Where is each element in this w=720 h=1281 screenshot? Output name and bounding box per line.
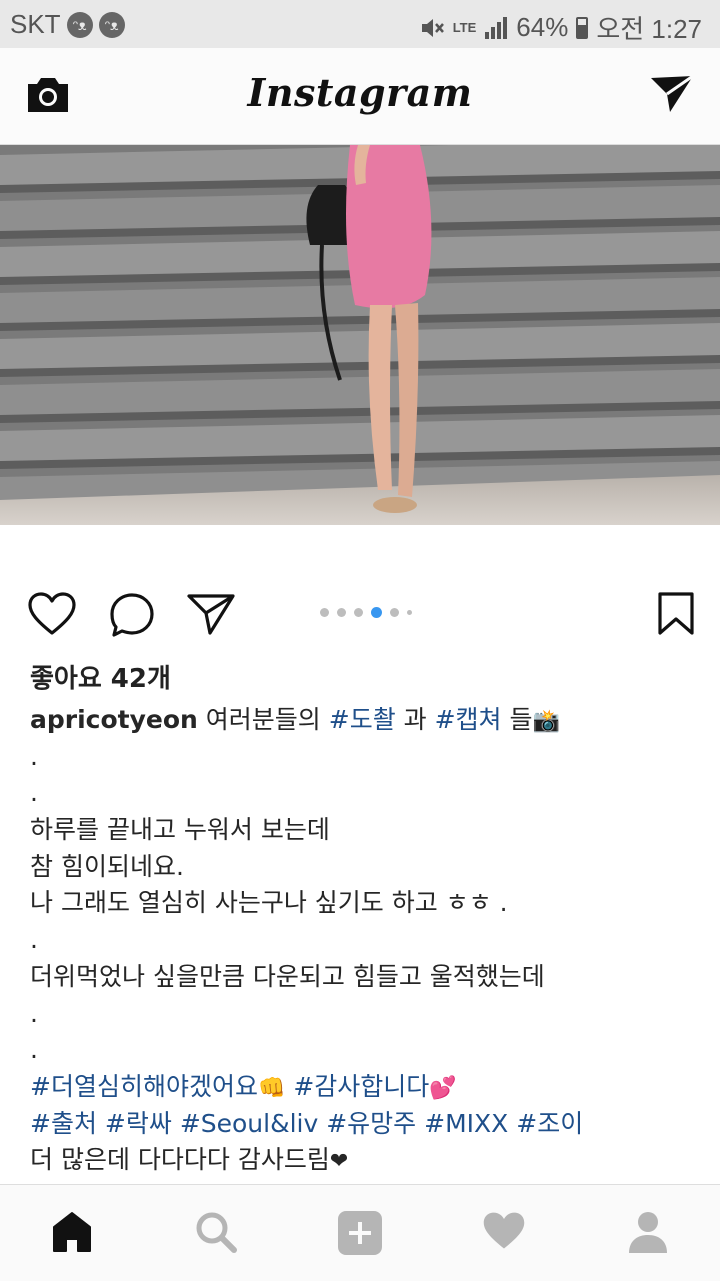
emoji: 💕 (429, 1075, 457, 1101)
caption-text (172, 1109, 180, 1138)
caption-line: . (30, 739, 700, 776)
emoji: 📸 (532, 709, 560, 734)
carousel-dot (407, 610, 412, 615)
post-photo[interactable] (0, 145, 720, 525)
clock: 오전 1:27 (596, 14, 702, 44)
network-type: LTE (452, 20, 477, 35)
profile-icon[interactable] (626, 1209, 670, 1255)
carousel-dot-active (371, 607, 382, 618)
direct-message-icon[interactable] (648, 70, 696, 118)
caption-username[interactable]: apricotyeon (30, 705, 198, 734)
notification-emoji-icon: ᵔᴥ (98, 11, 125, 38)
caption-text: 들 (501, 705, 533, 734)
caption-line: . (30, 996, 700, 1033)
home-icon[interactable] (50, 1209, 94, 1255)
caption-line: 더 많은데 다다다다 감사드림❤ (30, 1142, 700, 1179)
caption-text: 하루를 끝내고 누워서 보는데 (30, 815, 330, 845)
hashtag-link[interactable]: #캡쳐 (435, 705, 502, 734)
caption-text: . (30, 998, 38, 1028)
signal-icon (485, 16, 508, 39)
battery-percent: 64% (516, 12, 569, 42)
status-bar: SKT ᵔᴥ ᵔᴥ LTE 64% 오전 1:27 (0, 0, 720, 48)
caption-line: 하루를 끝내고 누워서 보는데 (30, 812, 700, 849)
bookmark-icon[interactable] (656, 591, 696, 637)
hashtag-link[interactable]: #감사합니다 (293, 1072, 429, 1101)
carousel-dot (354, 608, 363, 617)
instagram-logo: Instagram (247, 70, 473, 115)
caption-text: 나 그래도 열심히 사는구나 싶기도 하고 ㅎㅎ . (30, 888, 508, 918)
caption-text (416, 1109, 424, 1138)
notification-emoji-icon: ᵔᴥ (66, 11, 93, 38)
caption-text: . (30, 925, 38, 955)
likes-count[interactable]: 좋아요 42개 (30, 658, 171, 695)
caption-line: apricotyeon 여러분들의 #도촬 과 #캡쳐 들📸 (30, 702, 700, 739)
like-heart-icon[interactable] (27, 591, 77, 637)
caption-line: . (30, 922, 700, 959)
post-actions (0, 585, 720, 645)
app-header: Instagram (0, 48, 720, 145)
carousel-indicator (320, 607, 412, 618)
mute-icon (421, 18, 444, 37)
hashtag-link[interactable]: #더열심히해야겠어요 (30, 1072, 258, 1101)
caption-text (97, 1109, 105, 1138)
emoji: 👊 (257, 1075, 286, 1101)
activity-heart-icon[interactable] (481, 1209, 527, 1253)
search-icon[interactable] (193, 1209, 239, 1255)
caption-text: . (30, 1035, 38, 1065)
caption-line: 참 힘이되네요. (30, 849, 700, 886)
photo-stairs-image (0, 145, 720, 525)
caption-line: 더위먹었나 싶을만큼 다운되고 힘들고 울적했는데 (30, 959, 700, 996)
carousel-dot (390, 608, 399, 617)
hashtag-link[interactable]: #조이 (516, 1109, 583, 1138)
caption-text: . (30, 741, 38, 771)
caption-line: 나 그래도 열심히 사는구나 싶기도 하고 ㅎㅎ . (30, 885, 700, 922)
caption-text: 더 많은데 다다다다 감사드림 (30, 1145, 330, 1175)
post-caption: apricotyeon 여러분들의 #도촬 과 #캡쳐 들📸.. 하루를 끝내고 … (30, 702, 700, 1179)
bottom-navigation (0, 1184, 720, 1281)
comment-icon[interactable] (108, 591, 156, 639)
caption-line: #출처 #락싸 #Seoul&liv #유망주 #MIXX #조이 (30, 1106, 700, 1143)
hashtag-link[interactable]: #락싸 (105, 1109, 172, 1138)
hashtag-link[interactable]: #유망주 (326, 1109, 416, 1138)
caption-line: #더열심히해야겠어요👊 #감사합니다💕 (30, 1069, 700, 1106)
carousel-dot (337, 608, 346, 617)
emoji: ❤ (329, 1149, 349, 1175)
add-post-icon[interactable] (336, 1209, 384, 1257)
caption-line: . (30, 775, 700, 812)
caption-line: . (30, 1032, 700, 1069)
carrier-label: SKT (10, 9, 61, 39)
caption-text: 여러분들의 (205, 705, 329, 734)
caption-text: 더위먹었나 싶을만큼 다운되고 힘들고 울적했는데 (30, 961, 545, 991)
caption-text: 참 힘이되네요. (30, 851, 184, 881)
hashtag-link[interactable]: #출처 (30, 1109, 97, 1138)
battery-icon (576, 16, 589, 39)
caption-text: . (30, 778, 38, 808)
hashtag-link[interactable]: #도촬 (329, 705, 396, 734)
share-icon[interactable] (186, 591, 236, 637)
carousel-dot (320, 608, 329, 617)
caption-text: 과 (395, 705, 435, 734)
hashtag-link[interactable]: #MIXX (424, 1109, 508, 1138)
hashtag-link[interactable]: #Seoul&liv (180, 1109, 318, 1138)
